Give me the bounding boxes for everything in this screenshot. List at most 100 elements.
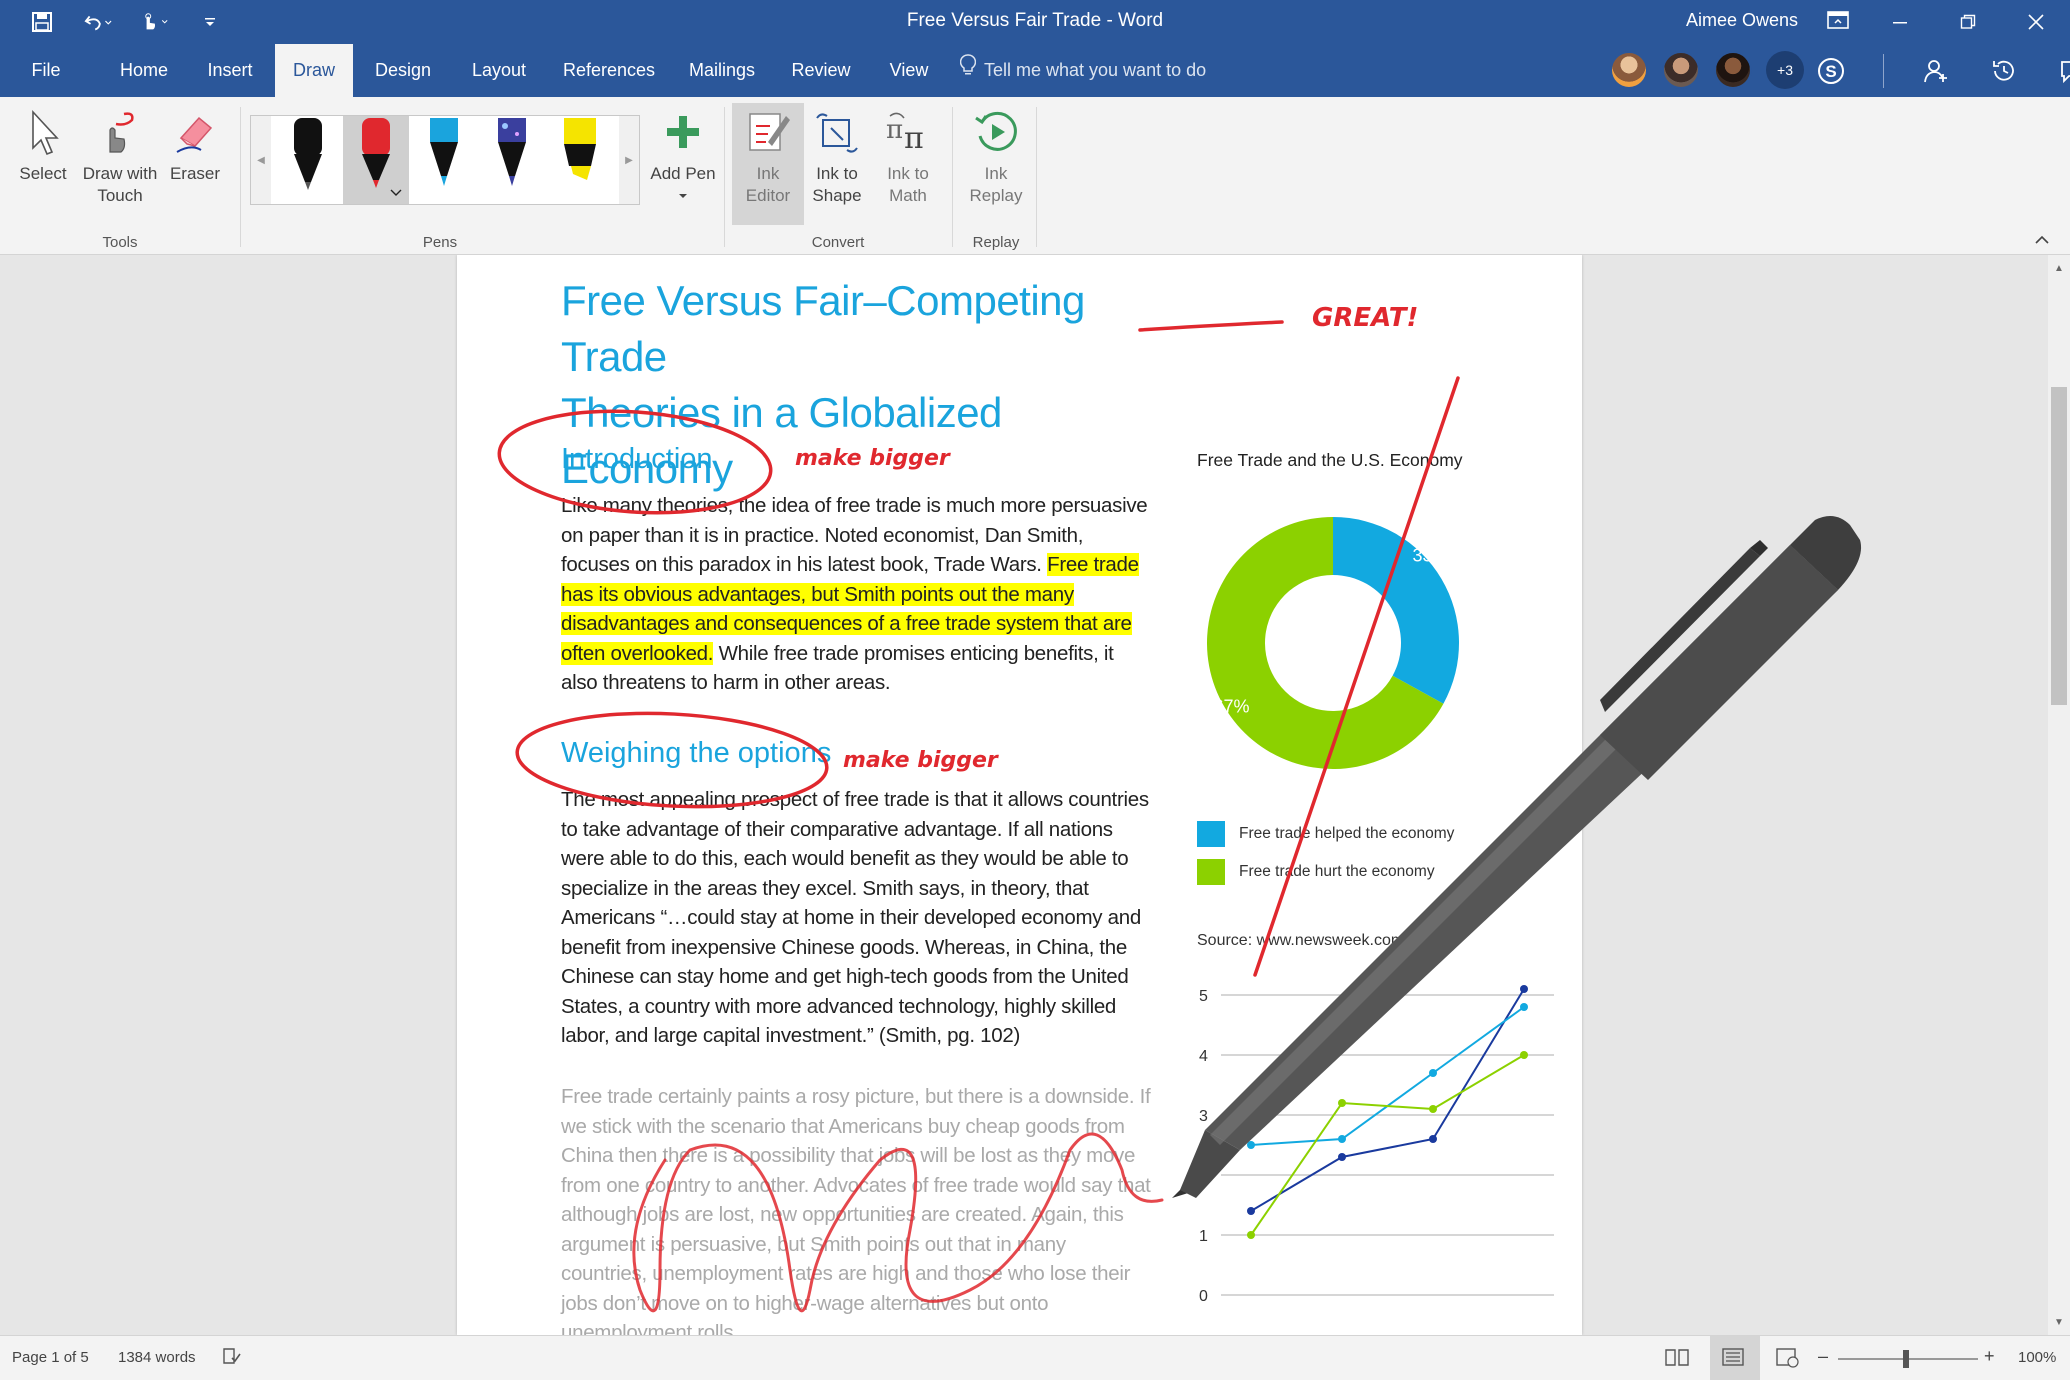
series-point[interactable] (1429, 1135, 1437, 1143)
ink-to-math-icon: ππ (883, 107, 933, 157)
comments-icon[interactable] (2056, 55, 2070, 87)
intro-paragraph[interactable]: Like many theories, the idea of free tra… (561, 491, 1151, 698)
share-icon[interactable] (1920, 55, 1952, 87)
restore-button[interactable] (1934, 0, 2002, 44)
series-point[interactable] (1247, 1207, 1255, 1215)
select-arrow-icon (18, 107, 68, 157)
zoom-out-icon[interactable]: – (1818, 1346, 1828, 1367)
tab-home[interactable]: Home (104, 44, 184, 97)
ink-to-shape-button[interactable]: Ink to Shape (806, 107, 868, 207)
minimize-button[interactable] (1866, 0, 1934, 44)
series-point[interactable] (1338, 1135, 1346, 1143)
tell-me-box[interactable]: Tell me what you want to do (959, 44, 1206, 97)
ink-editor-button[interactable]: Ink Editor (734, 107, 802, 207)
series-point[interactable] (1429, 1105, 1437, 1113)
pens-scroll-left[interactable]: ◀ (251, 116, 271, 204)
title-bar: Free Versus Fair Trade - Word Aimee Owen… (0, 0, 2070, 44)
collaborator-avatar[interactable] (1662, 51, 1700, 89)
tools-group-label: Tools (102, 234, 138, 251)
history-icon[interactable] (1988, 55, 2020, 87)
pen-black[interactable] (275, 116, 341, 204)
series-line[interactable] (1250, 1054, 1525, 1236)
word-count[interactable]: 1384 words (118, 1349, 196, 1366)
user-name[interactable]: Aimee Owens (1686, 10, 1798, 31)
add-pen-dropdown-icon[interactable] (648, 185, 718, 207)
ribbon-display-options-icon[interactable] (1826, 10, 1854, 34)
faded-paragraph[interactable]: Free trade certainly paints a rosy pictu… (561, 1082, 1151, 1335)
print-layout-icon[interactable] (1720, 1346, 1746, 1372)
ink-to-math-button[interactable]: ππ Ink to Math (878, 107, 938, 207)
legend-item-hurt: Free trade hurt the economy (1197, 859, 1435, 885)
series-line[interactable] (1250, 988, 1525, 1212)
tab-review[interactable]: Review (786, 44, 856, 97)
zoom-slider-thumb[interactable] (1903, 1350, 1909, 1368)
pen-blue-pencil[interactable] (411, 116, 477, 204)
series-point[interactable] (1338, 1099, 1346, 1107)
lightbulb-icon (959, 44, 977, 97)
tab-layout[interactable]: Layout (462, 44, 536, 97)
group-separator (724, 107, 725, 247)
collaborator-avatar[interactable] (1610, 51, 1648, 89)
tab-references[interactable]: References (558, 44, 660, 97)
ink-editor-icon (743, 107, 793, 157)
collaborator-avatar[interactable] (1714, 51, 1752, 89)
skype-icon[interactable]: S (1815, 55, 1847, 87)
line-chart[interactable]: 5 4 3 2 1 0 (1189, 985, 1569, 1325)
scroll-down-icon[interactable]: ▼ (2048, 1311, 2070, 1333)
ink-to-shape-icon (812, 107, 862, 157)
zoom-in-icon[interactable]: + (1984, 1346, 1995, 1367)
series-line[interactable] (1250, 1006, 1525, 1146)
pen-yellow-highlighter[interactable] (547, 116, 613, 204)
series-point[interactable] (1429, 1069, 1437, 1077)
web-layout-icon[interactable] (1774, 1346, 1800, 1372)
eraser-icon (170, 107, 220, 157)
zoom-level[interactable]: 100% (2018, 1349, 2056, 1366)
draw-with-touch-button[interactable]: Draw with Touch (80, 107, 160, 207)
tab-file[interactable]: File (18, 44, 74, 97)
legend-swatch-green (1197, 859, 1225, 885)
pen-galaxy-pencil[interactable] (479, 116, 545, 204)
heading-weighing-options[interactable]: Weighing the options (561, 737, 831, 770)
options-paragraph[interactable]: The most appealing prospect of free trad… (561, 785, 1151, 1051)
series-point[interactable] (1520, 1003, 1528, 1011)
tab-insert[interactable]: Insert (196, 44, 264, 97)
series-point[interactable] (1247, 1231, 1255, 1239)
read-mode-icon[interactable] (1664, 1346, 1690, 1372)
series-point[interactable] (1520, 985, 1528, 993)
donut-chart-title: Free Trade and the U.S. Economy (1197, 450, 1463, 470)
tab-mailings[interactable]: Mailings (680, 44, 764, 97)
document-area[interactable]: Free Versus Fair–Competing Trade Theorie… (0, 255, 2048, 1335)
close-button[interactable] (2002, 0, 2070, 44)
series-point[interactable] (1338, 1153, 1346, 1161)
tab-design[interactable]: Design (366, 44, 440, 97)
separator (1883, 54, 1884, 88)
pen-red[interactable] (343, 116, 409, 204)
eraser-button[interactable]: Eraser (166, 107, 224, 185)
tab-view[interactable]: View (880, 44, 938, 97)
svg-text:π: π (904, 121, 924, 156)
collaborators: +3 (1610, 51, 1804, 89)
more-collaborators-badge[interactable]: +3 (1766, 51, 1804, 89)
group-separator (952, 107, 953, 247)
series-point[interactable] (1247, 1141, 1255, 1149)
tab-draw[interactable]: Draw (275, 44, 353, 97)
donut-chart[interactable]: 33% 67% (1197, 515, 1467, 775)
add-pen-button[interactable]: Add Pen (648, 107, 718, 207)
document-page[interactable]: Free Versus Fair–Competing Trade Theorie… (457, 255, 1582, 1335)
scroll-up-icon[interactable]: ▲ (2048, 257, 2070, 279)
select-button[interactable]: Select (14, 107, 72, 185)
series-point[interactable] (1520, 1051, 1528, 1059)
y-tick-label: 3 (1199, 1108, 1208, 1125)
pens-scroll-right[interactable]: ▶ (619, 116, 639, 204)
collapse-ribbon-icon[interactable] (2034, 233, 2050, 251)
group-separator (240, 107, 241, 247)
scrollbar-thumb[interactable] (2051, 387, 2067, 705)
status-bar: Page 1 of 5 1384 words – + 100% (0, 1335, 2070, 1380)
heading-introduction[interactable]: Introduction (561, 443, 713, 476)
proofing-icon[interactable] (222, 1346, 242, 1370)
pens-gallery: ◀ ▶ (250, 115, 640, 205)
y-tick-label: 1 (1199, 1228, 1208, 1245)
ink-replay-button[interactable]: Ink Replay (962, 107, 1030, 207)
vertical-scrollbar[interactable]: ▲ ▼ (2048, 255, 2070, 1335)
page-count[interactable]: Page 1 of 5 (12, 1349, 89, 1366)
